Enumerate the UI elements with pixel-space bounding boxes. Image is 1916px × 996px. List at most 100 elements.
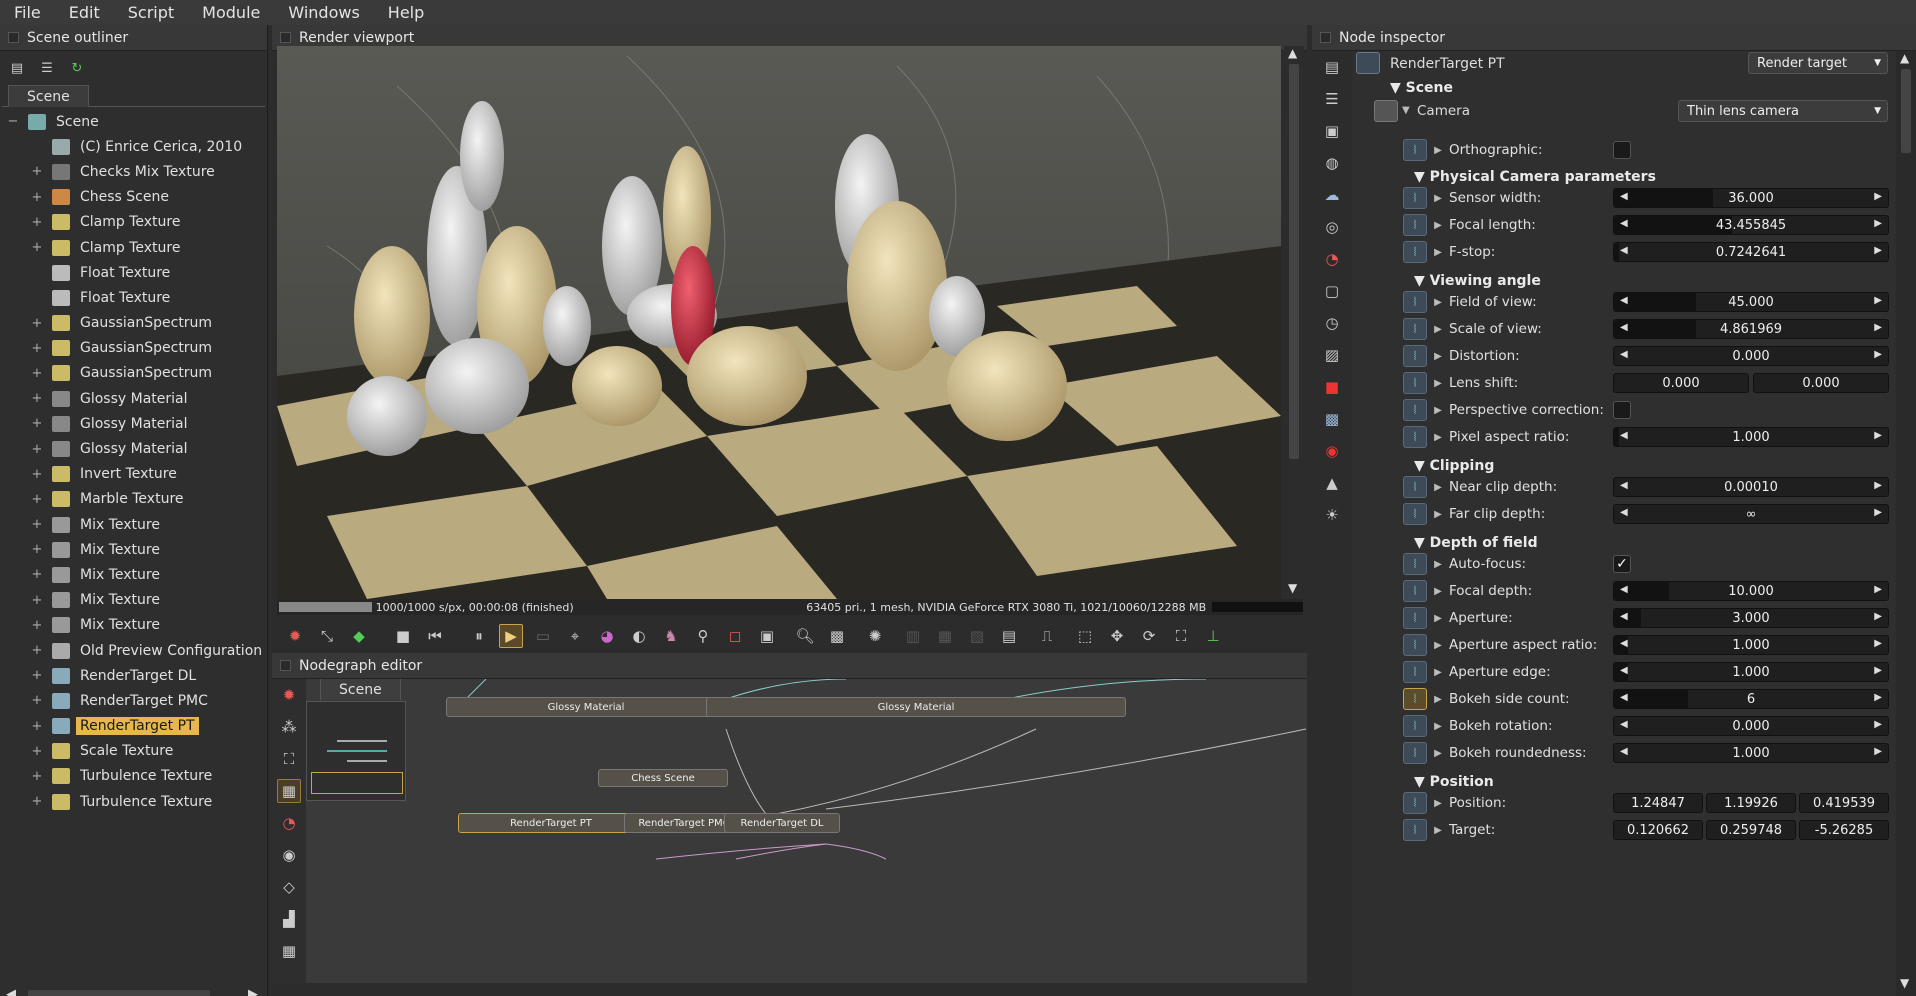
increment-icon[interactable]: ▶: [1874, 507, 1882, 518]
decrement-icon[interactable]: ◀: [1620, 191, 1628, 202]
expand-toggle-icon[interactable]: +: [30, 442, 44, 457]
stop-icon[interactable]: ■: [391, 624, 415, 648]
expand-arrow-icon[interactable]: ▶: [1427, 613, 1449, 624]
expand-toggle-icon[interactable]: +: [30, 366, 44, 381]
play-icon[interactable]: ▶: [499, 624, 523, 648]
color-cube-icon[interactable]: ◆: [347, 624, 371, 648]
expand-toggle-icon[interactable]: +: [30, 542, 44, 557]
pin-icon[interactable]: ⦚: [1403, 742, 1427, 764]
slider-bokeh_rot[interactable]: ◀ 0.000 ▶: [1613, 716, 1889, 736]
collapse-all-icon[interactable]: ☰: [38, 59, 56, 77]
lens-shift-x-field[interactable]: 0.000: [1613, 373, 1749, 393]
tree-item[interactable]: + GaussianSpectrum: [0, 361, 266, 386]
expand-toggle-icon[interactable]: +: [30, 719, 44, 734]
panel-toggle-icon[interactable]: [280, 32, 291, 43]
tree-item[interactable]: (C) Enrice Cerica, 2010: [0, 134, 266, 159]
expand-arrow-icon[interactable]: ▶: [1427, 378, 1449, 389]
decrement-icon[interactable]: ◀: [1620, 611, 1628, 622]
imager-icon[interactable]: ▢: [1320, 279, 1344, 303]
decrement-icon[interactable]: ◀: [1620, 480, 1628, 491]
pin-icon[interactable]: ⦚: [1403, 688, 1427, 710]
scroll-thumb[interactable]: [1901, 69, 1911, 153]
expand-toggle-icon[interactable]: +: [30, 593, 44, 608]
node-layout-icon[interactable]: ⁂: [277, 715, 301, 739]
tree-item[interactable]: + Clamp Texture: [0, 235, 266, 260]
pin-icon[interactable]: ⦚: [1403, 580, 1427, 602]
tree-item[interactable]: Float Texture: [0, 260, 266, 285]
slider-fov[interactable]: ◀ 45.000 ▶: [1613, 292, 1889, 312]
pin-icon[interactable]: ⦚: [1403, 372, 1427, 394]
tree-item[interactable]: + Chess Scene: [0, 185, 266, 210]
increment-icon[interactable]: ▶: [1874, 218, 1882, 229]
decrement-icon[interactable]: ◀: [1620, 692, 1628, 703]
node-type-dropdown[interactable]: Render target ▼: [1748, 52, 1888, 74]
move-icon[interactable]: ✥: [1105, 624, 1129, 648]
slider-bokeh_side[interactable]: ◀ 6 ▶: [1613, 689, 1889, 709]
increment-icon[interactable]: ▶: [1874, 584, 1882, 595]
tree-item[interactable]: + Glossy Material: [0, 386, 266, 411]
tab-scene[interactable]: Scene: [8, 85, 89, 107]
expand-toggle-icon[interactable]: +: [30, 240, 44, 255]
slider-aperture_aspect[interactable]: ◀ 1.000 ▶: [1613, 635, 1889, 655]
expand-toggle-icon[interactable]: +: [30, 416, 44, 431]
pin-icon[interactable]: ⦚: [1403, 291, 1427, 313]
clay-mode-icon[interactable]: ⎍: [1035, 624, 1059, 648]
tree-item[interactable]: + Turbulence Texture: [0, 789, 266, 814]
lens-shift-y-field[interactable]: 0.000: [1753, 373, 1889, 393]
outliner-hscrollbar[interactable]: ◀ ▶: [0, 985, 268, 996]
slider-bokeh_round[interactable]: ◀ 1.000 ▶: [1613, 743, 1889, 763]
tree-item[interactable]: + Mix Texture: [0, 588, 266, 613]
render-target-icon[interactable]: ▣: [1320, 119, 1344, 143]
decrement-icon[interactable]: ◀: [1620, 746, 1628, 757]
expand-arrow-icon[interactable]: ▶: [1427, 721, 1449, 732]
pin-icon[interactable]: ⦚: [1403, 214, 1427, 236]
panel-toggle-icon[interactable]: [280, 660, 291, 671]
expand-arrow-icon[interactable]: ▶: [1427, 694, 1449, 705]
checker-icon[interactable]: ▤: [997, 624, 1021, 648]
pick-focus-icon[interactable]: ⌖: [563, 624, 587, 648]
collapse-toggle-icon[interactable]: −: [6, 114, 20, 129]
expand-toggle-icon[interactable]: +: [30, 769, 44, 784]
pin-icon[interactable]: ⦚: [1403, 476, 1427, 498]
render-image[interactable]: [277, 46, 1281, 599]
tree-item[interactable]: + Turbulence Texture: [0, 764, 266, 789]
volume-icon[interactable]: ◉: [1320, 439, 1344, 463]
node-group-icon[interactable]: ⛶: [277, 747, 301, 771]
material-node-icon[interactable]: ◔: [277, 811, 301, 835]
expand-arrow-icon[interactable]: ▶: [1427, 351, 1449, 362]
image-icon[interactable]: ▲: [1320, 471, 1344, 495]
tree-item[interactable]: + GaussianSpectrum: [0, 311, 266, 336]
decrement-icon[interactable]: ◀: [1620, 584, 1628, 595]
expand-arrow-icon[interactable]: ▶: [1427, 482, 1449, 493]
decrement-icon[interactable]: ◀: [1620, 430, 1628, 441]
axis-gizmo-icon[interactable]: ⊥: [1201, 624, 1225, 648]
expand-arrow-icon[interactable]: ▶: [1427, 324, 1449, 335]
tree-item[interactable]: + Glossy Material: [0, 411, 266, 436]
zoom-icon[interactable]: 🔍︎: [793, 624, 817, 648]
expand-arrow-icon[interactable]: ▼: [1402, 105, 1410, 116]
tool-disabled-3-icon[interactable]: ▧: [965, 624, 989, 648]
tree-item[interactable]: Float Texture: [0, 285, 266, 310]
animation-icon[interactable]: ◷: [1320, 311, 1344, 335]
scroll-down-icon[interactable]: ▼: [1288, 581, 1297, 595]
restart-icon[interactable]: ⏮: [423, 624, 447, 648]
pin-icon[interactable]: ⦚: [1403, 715, 1427, 737]
tree-item[interactable]: + Invert Texture: [0, 462, 266, 487]
expand-toggle-icon[interactable]: +: [30, 668, 44, 683]
tree-item[interactable]: + RenderTarget PT: [0, 714, 266, 739]
pin-icon[interactable]: ⦚: [1403, 553, 1427, 575]
tool-disabled-2-icon[interactable]: ▦: [933, 624, 957, 648]
target-x-field[interactable]: 0.120662: [1613, 820, 1703, 840]
expand-toggle-icon[interactable]: +: [30, 467, 44, 482]
node-glossy-material-1[interactable]: Glossy Material: [446, 697, 726, 717]
decrement-icon[interactable]: ◀: [1620, 665, 1628, 676]
tree-item[interactable]: + Mix Texture: [0, 537, 266, 562]
tree-item[interactable]: + Clamp Texture: [0, 210, 266, 235]
expand-toggle-icon[interactable]: +: [30, 492, 44, 507]
scroll-up-icon[interactable]: ▲: [1288, 46, 1297, 60]
expand-arrow-icon[interactable]: ▶: [1427, 748, 1449, 759]
menu-script[interactable]: Script: [114, 3, 188, 22]
inspector-vscrollbar[interactable]: ▲ ▼: [1896, 51, 1916, 996]
rotate-icon[interactable]: ⟳: [1137, 624, 1161, 648]
decrement-icon[interactable]: ◀: [1620, 719, 1628, 730]
